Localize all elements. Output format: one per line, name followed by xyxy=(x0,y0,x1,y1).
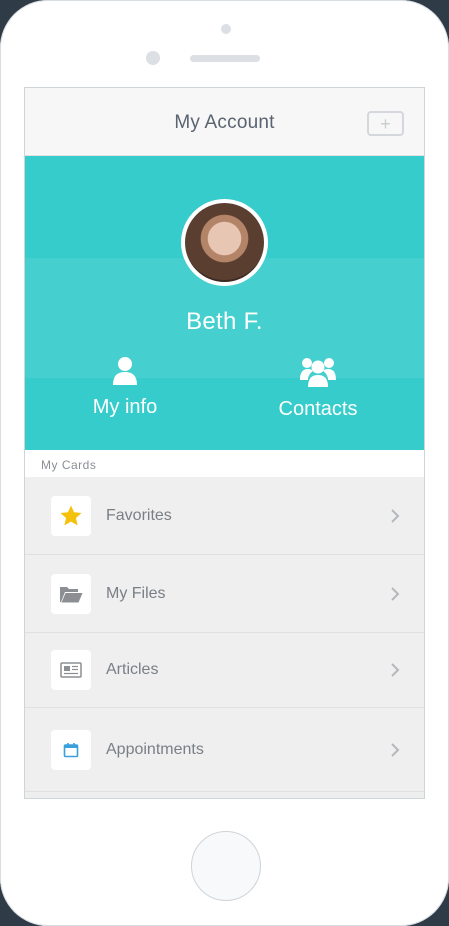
my-files-icon-tile xyxy=(51,573,91,614)
avatar-photo xyxy=(185,203,264,282)
app-screen: My Account + Beth F. My info Contacts My… xyxy=(24,87,425,799)
my-files-label: My Files xyxy=(106,584,166,602)
avatar[interactable] xyxy=(181,199,268,286)
folder-open-icon xyxy=(60,586,83,602)
chevron-right-icon xyxy=(386,507,404,525)
user-name: Beth F. xyxy=(186,308,263,335)
list-item-favorites[interactable]: Favorites xyxy=(25,477,424,555)
list-item-my-files[interactable]: My Files xyxy=(25,555,424,633)
page-title: My Account xyxy=(174,112,275,133)
appointments-icon-tile xyxy=(51,729,91,770)
profile-header: Beth F. My info Contacts xyxy=(25,156,424,450)
appointments-label: Appointments xyxy=(106,740,204,758)
list-item-articles[interactable]: Articles xyxy=(25,633,424,708)
chevron-right-icon xyxy=(386,741,404,759)
newspaper-icon xyxy=(60,662,82,678)
contacts-label: Contacts xyxy=(278,398,358,420)
calendar-icon xyxy=(63,742,79,757)
user-icon xyxy=(113,357,137,385)
section-label: My Cards xyxy=(25,450,424,477)
front-sensor xyxy=(221,24,231,34)
front-camera xyxy=(146,51,160,65)
top-bar: My Account + xyxy=(25,88,424,156)
cards-list: Favorites My Files Articles Appointments xyxy=(25,477,424,792)
earpiece-speaker xyxy=(190,55,260,62)
contacts-button[interactable]: Contacts xyxy=(258,356,378,421)
plus-icon: + xyxy=(380,113,391,134)
list-item-appointments[interactable]: Appointments xyxy=(25,708,424,792)
favorites-icon-tile xyxy=(51,495,91,536)
articles-icon-tile xyxy=(51,650,91,690)
phone-frame: My Account + Beth F. My info Contacts My… xyxy=(0,0,449,926)
my-info-label: My info xyxy=(92,396,158,418)
chevron-right-icon xyxy=(386,661,404,679)
my-info-button[interactable]: My info xyxy=(73,356,177,419)
star-icon xyxy=(60,505,82,525)
home-button[interactable] xyxy=(191,831,261,901)
articles-label: Articles xyxy=(106,661,159,678)
add-button[interactable]: + xyxy=(367,111,404,136)
group-icon xyxy=(300,358,336,387)
favorites-label: Favorites xyxy=(106,506,172,524)
chevron-right-icon xyxy=(386,585,404,603)
